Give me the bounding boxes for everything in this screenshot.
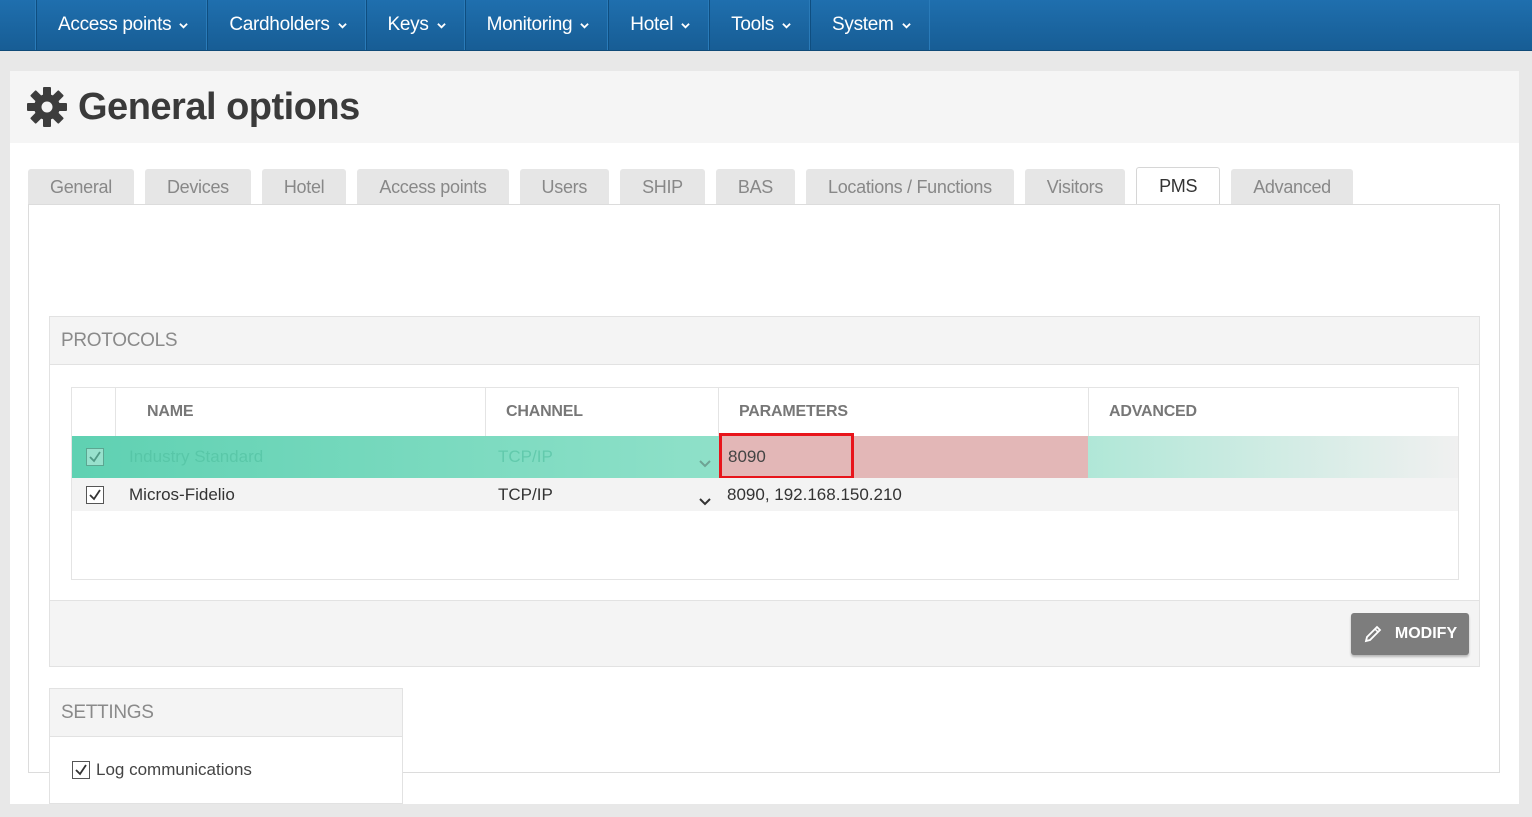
- row-name: Micros-Fidelio: [129, 484, 235, 504]
- tab-content-pms: PROTOCOLS NAME CHANNEL PARAMETERS ADVANC…: [28, 204, 1500, 804]
- row-checkbox[interactable]: [86, 485, 104, 504]
- header-name[interactable]: NAME: [116, 388, 486, 436]
- tab-advanced[interactable]: Advanced: [1231, 169, 1353, 205]
- grid-header: NAME CHANNEL PARAMETERS ADVANCED: [72, 388, 1458, 436]
- chevron-down-icon: [901, 21, 911, 30]
- protocols-footer: MODIFY: [50, 600, 1479, 666]
- row-name-text: Industry Standard: [129, 447, 264, 466]
- nav-label: Keys: [387, 14, 429, 35]
- settings-panel: SETTINGS Log communications: [49, 688, 403, 804]
- settings-heading: SETTINGS: [50, 689, 402, 737]
- top-nav: Access points Cardholders Keys Monitorin…: [0, 0, 1532, 51]
- nav-spacer: [0, 0, 36, 50]
- tab-bar: General Devices Hotel Access points User…: [28, 167, 1364, 205]
- table-row[interactable]: Micros-Fidelio TCP/IP 8090, 192.168.150.…: [72, 478, 1458, 511]
- nav-label: System: [832, 14, 894, 35]
- chevron-down-icon: [699, 491, 711, 505]
- chevron-down-icon: [436, 21, 446, 30]
- protocols-grid: NAME CHANNEL PARAMETERS ADVANCED Industr…: [71, 387, 1459, 580]
- title-bar: General options: [10, 71, 1519, 143]
- row-channel-text: TCP/IP: [498, 484, 553, 504]
- header-check: [72, 388, 116, 436]
- nav-label: Cardholders: [229, 14, 330, 35]
- modify-button[interactable]: MODIFY: [1351, 613, 1469, 655]
- pencil-icon: [1363, 624, 1383, 644]
- chevron-down-icon: [699, 453, 711, 468]
- checkmark-icon: [89, 451, 101, 463]
- nav-label: Monitoring: [486, 14, 573, 35]
- nav-hotel[interactable]: Hotel: [608, 0, 710, 50]
- nav-keys[interactable]: Keys: [365, 0, 465, 50]
- modify-label: MODIFY: [1394, 625, 1458, 642]
- nav-label: Hotel: [630, 14, 674, 35]
- tab-devices[interactable]: Devices: [144, 169, 251, 205]
- row-channel-select[interactable]: TCP/IP: [486, 478, 719, 511]
- page-title: General options: [78, 85, 360, 128]
- nav-system[interactable]: System: [810, 0, 930, 50]
- tab-ship[interactable]: SHIP: [620, 169, 705, 205]
- tab-pms[interactable]: PMS: [1136, 167, 1221, 205]
- nav-label: Access points: [58, 14, 172, 35]
- parameters-callout-box: [719, 433, 854, 479]
- header-advanced[interactable]: ADVANCED: [1089, 388, 1458, 436]
- row-checkbox[interactable]: [86, 448, 104, 466]
- row-check-cell: [72, 478, 116, 511]
- chevron-down-icon: [179, 21, 189, 30]
- tab-bas[interactable]: BAS: [715, 169, 795, 205]
- gear-icon: [26, 86, 68, 128]
- tab-locations-functions[interactable]: Locations / Functions: [806, 169, 1014, 205]
- nav-access-points[interactable]: Access points: [36, 0, 208, 50]
- nav-cardholders[interactable]: Cardholders: [207, 0, 366, 50]
- tab-hotel[interactable]: Hotel: [261, 169, 347, 205]
- tab-access-points[interactable]: Access points: [357, 169, 509, 205]
- header-channel[interactable]: CHANNEL: [486, 388, 719, 436]
- row-channel-text: TCP/IP: [498, 447, 553, 466]
- protocols-panel: PROTOCOLS NAME CHANNEL PARAMETERS ADVANC…: [49, 316, 1480, 667]
- chevron-down-icon: [580, 21, 590, 30]
- row-check-cell: [72, 436, 116, 478]
- chevron-down-icon: [337, 21, 347, 30]
- row-channel-select[interactable]: TCP/IP: [486, 436, 719, 478]
- nav-label: Tools: [731, 14, 775, 35]
- checkmark-icon: [89, 489, 101, 500]
- checkmark-icon: [75, 764, 87, 776]
- protocols-heading: PROTOCOLS: [50, 317, 1479, 365]
- page-panel: General options General Devices Hotel Ac…: [10, 71, 1519, 804]
- log-communications-label: Log communications: [96, 760, 252, 779]
- tab-general[interactable]: General: [28, 169, 134, 205]
- row-name: Industry Standard: [116, 436, 486, 478]
- nav-tools[interactable]: Tools: [709, 0, 811, 50]
- chevron-down-icon: [782, 21, 791, 30]
- header-parameters[interactable]: PARAMETERS: [719, 388, 1089, 436]
- log-communications-checkbox[interactable]: [72, 761, 90, 779]
- tab-visitors[interactable]: Visitors: [1024, 169, 1126, 205]
- chevron-down-icon: [681, 21, 690, 30]
- row-parameters[interactable]: 8090, 192.168.150.210: [719, 478, 1089, 511]
- log-communications-option[interactable]: Log communications: [50, 737, 402, 803]
- tab-users[interactable]: Users: [519, 169, 610, 205]
- nav-monitoring[interactable]: Monitoring: [464, 0, 609, 50]
